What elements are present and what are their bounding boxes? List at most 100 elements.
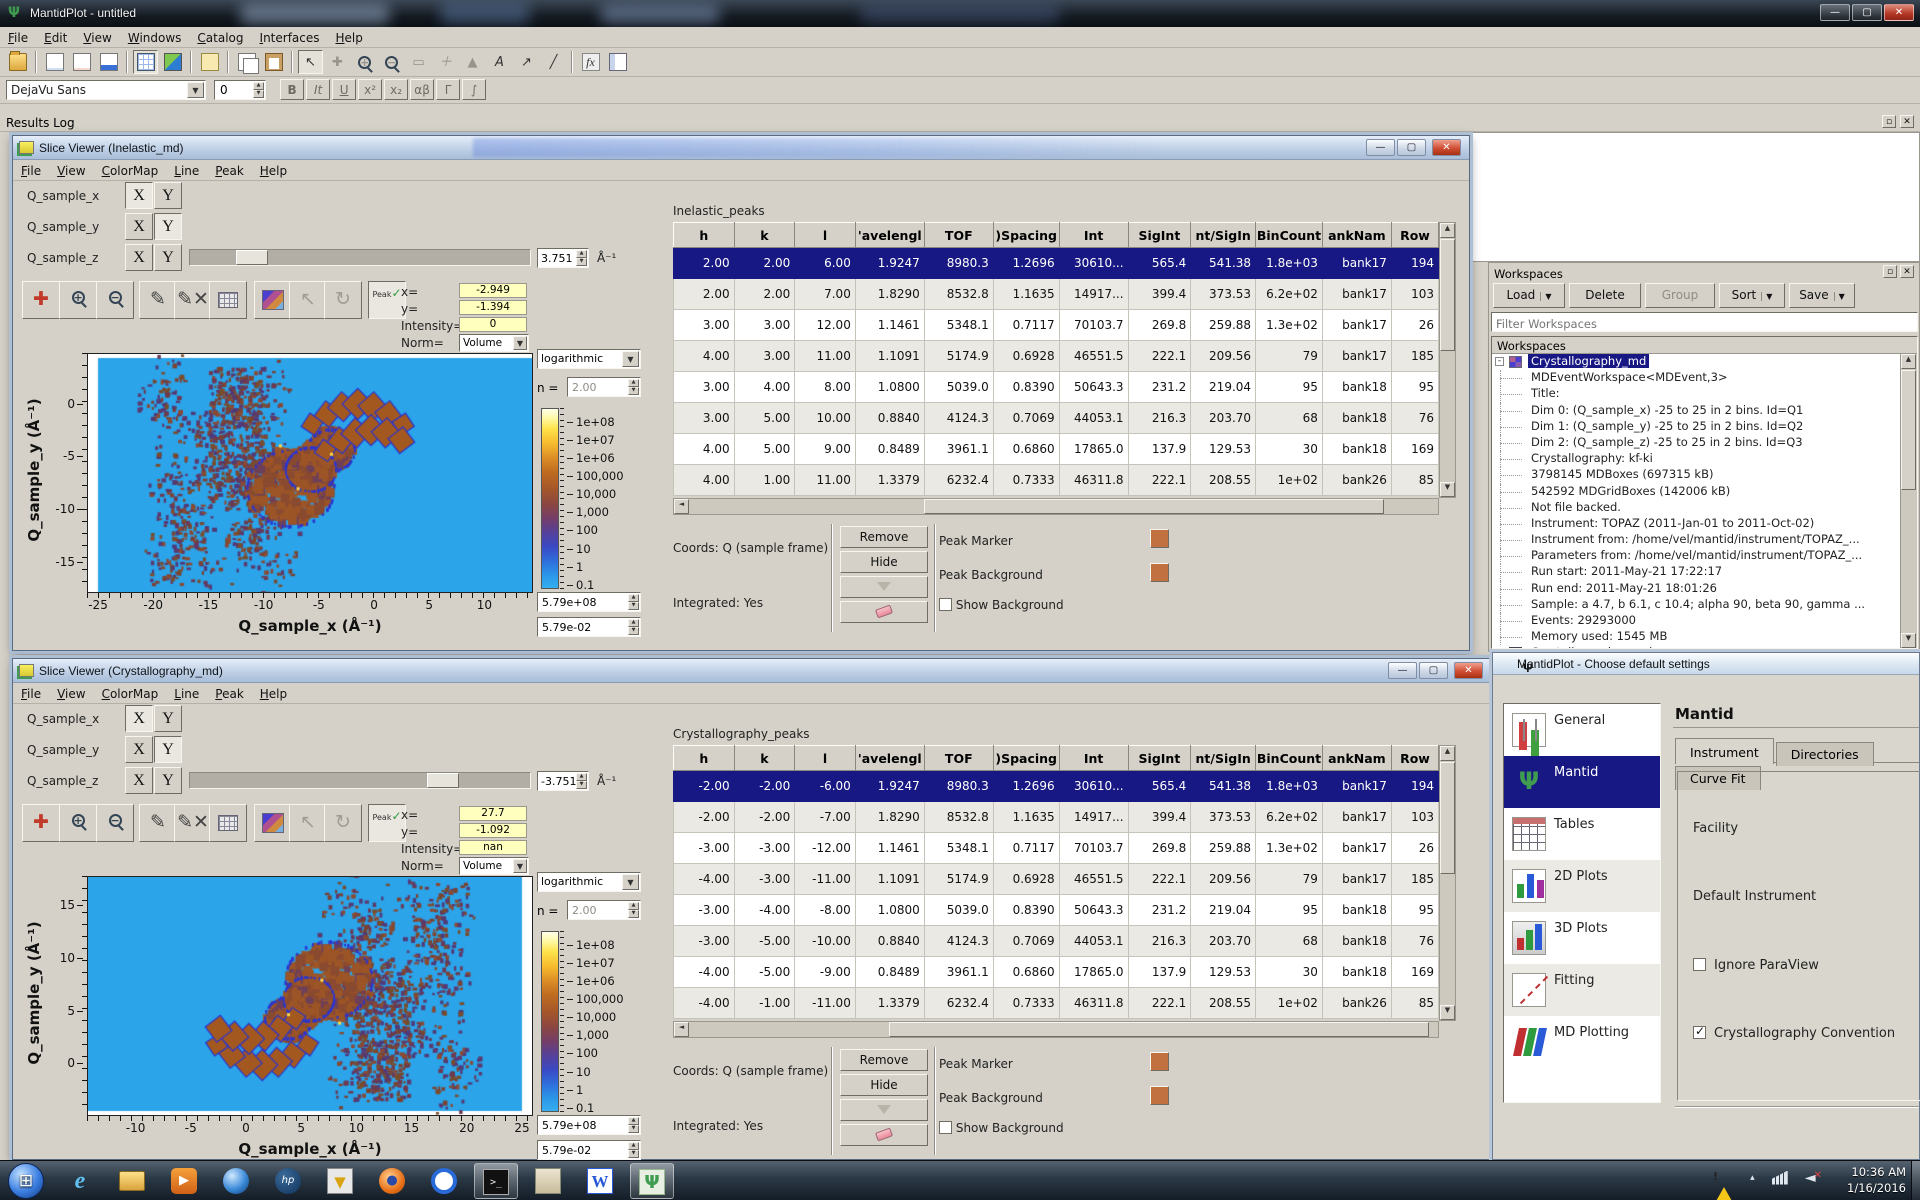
chevron-down-icon[interactable]: ▼ bbox=[622, 874, 639, 890]
column-header[interactable]: Row bbox=[1391, 223, 1438, 248]
viewer-titlebar[interactable]: Slice Viewer (Crystallography_md) — ▢ ✕ bbox=[13, 659, 1491, 683]
column-header[interactable]: ankNam bbox=[1322, 746, 1391, 771]
refresh-rotate-icon[interactable]: ↻ bbox=[324, 804, 362, 842]
column-header[interactable]: BinCount bbox=[1256, 746, 1323, 771]
float-panel-icon[interactable]: ▫ bbox=[1882, 115, 1896, 128]
network-icon[interactable] bbox=[1772, 1171, 1788, 1185]
y-axis-toggle[interactable]: Y bbox=[154, 736, 182, 763]
slice-point-spinner[interactable]: -3.751▲▼ bbox=[537, 771, 589, 791]
tree-item[interactable]: Events: 29293000 bbox=[1492, 613, 1900, 629]
tree-item[interactable]: -Crystallography_md bbox=[1492, 354, 1900, 370]
table-row[interactable]: 3.003.0012.001.14615348.10.711770103.726… bbox=[674, 310, 1439, 341]
column-header[interactable]: 'avelengl bbox=[855, 746, 924, 771]
tree-item[interactable]: Instrument: TOPAZ (2011-Jan-01 to 2011-O… bbox=[1492, 516, 1900, 532]
table-row[interactable]: -3.00-5.00-10.000.88404124.30.706944053.… bbox=[674, 926, 1439, 957]
column-header[interactable]: SigInt bbox=[1128, 746, 1191, 771]
tree-item[interactable]: 542592 MDGridBoxes (142006 kB) bbox=[1492, 484, 1900, 500]
tree-item[interactable]: Dim 2: (Q_sample_z) -25 to 25 in 2 bins.… bbox=[1492, 435, 1900, 451]
horizontal-scrollbar[interactable]: ◄ bbox=[673, 498, 1439, 515]
y-axis-toggle[interactable]: Y bbox=[154, 244, 182, 271]
new-matrix-icon[interactable] bbox=[69, 50, 94, 74]
float-panel-icon[interactable]: ▫ bbox=[1883, 265, 1897, 278]
hp-utility-icon[interactable]: hp bbox=[266, 1163, 310, 1199]
refresh-rotate-icon[interactable]: ↻ bbox=[324, 281, 362, 319]
copy-icon[interactable] bbox=[234, 50, 259, 74]
tree-item[interactable]: Sample: a 4.7, b 6.1, c 10.4; alpha 90, … bbox=[1492, 597, 1900, 613]
minimize-button[interactable]: — bbox=[1388, 662, 1417, 679]
grid-lines-icon[interactable] bbox=[209, 804, 247, 842]
column-header[interactable]: l bbox=[795, 746, 856, 771]
peak-background-color-swatch[interactable] bbox=[1150, 1086, 1169, 1105]
horizontal-scrollbar[interactable]: ◄ bbox=[673, 1021, 1439, 1038]
table-row[interactable]: -3.00-4.00-8.001.08005039.00.839050643.3… bbox=[674, 895, 1439, 926]
maximize-button[interactable]: ▢ bbox=[1397, 139, 1426, 156]
clear-peaks-button[interactable] bbox=[840, 1124, 928, 1146]
chevron-down-icon[interactable]: ▼ bbox=[1761, 292, 1772, 301]
column-header[interactable]: Int bbox=[1059, 746, 1128, 771]
format-button-1[interactable]: It bbox=[306, 79, 330, 100]
crystallography-convention-checkbox[interactable]: Crystallography Convention bbox=[1693, 1026, 1895, 1041]
results-log-bar[interactable]: Results Log ▫ ✕ bbox=[0, 112, 1920, 132]
format-button-0[interactable]: B bbox=[280, 79, 304, 100]
x-axis-toggle[interactable]: X bbox=[125, 182, 153, 209]
add-text-icon[interactable]: A bbox=[487, 50, 512, 74]
table-row[interactable]: 4.001.0011.001.33796232.40.733346311.822… bbox=[674, 465, 1439, 496]
messenger-orb-icon[interactable] bbox=[214, 1163, 258, 1199]
power-spinner[interactable]: 2.00 ▲▼ bbox=[567, 377, 641, 397]
menu-item-help[interactable]: Help bbox=[252, 161, 295, 181]
script-note-icon[interactable] bbox=[197, 50, 222, 74]
zoom-in-icon[interactable]: + bbox=[59, 804, 97, 842]
menu-item-edit[interactable]: Edit bbox=[36, 28, 75, 48]
close-button[interactable]: ✕ bbox=[1884, 4, 1914, 21]
close-panel-icon[interactable]: ✕ bbox=[1900, 115, 1914, 128]
menu-item-line[interactable]: Line bbox=[166, 161, 207, 181]
tree-item[interactable]: +Crystallography_peaks bbox=[1492, 645, 1900, 649]
column-header[interactable]: )Spacing bbox=[993, 746, 1059, 771]
tree-item[interactable]: Crystallography: kf-ki bbox=[1492, 451, 1900, 467]
line-clear-icon[interactable]: ✎✕ bbox=[174, 804, 212, 842]
slice-point-spinner[interactable]: 3.751▲▼ bbox=[537, 248, 589, 268]
zoom-to-peak-button[interactable] bbox=[840, 1099, 928, 1121]
show-background-checkbox[interactable]: Show Background bbox=[939, 598, 1064, 612]
column-header[interactable]: 'avelengl bbox=[855, 223, 924, 248]
column-header[interactable]: k bbox=[734, 223, 795, 248]
tree-item[interactable]: Not file backed. bbox=[1492, 500, 1900, 516]
column-header[interactable]: nt/SigIn bbox=[1191, 223, 1256, 248]
column-header[interactable]: nt/SigIn bbox=[1191, 746, 1256, 771]
tree-item[interactable]: Parameters from: /home/vel/mantid/instru… bbox=[1492, 548, 1900, 564]
chevron-down-icon[interactable]: ▼ bbox=[622, 351, 639, 367]
zoom-out-icon[interactable]: − bbox=[96, 804, 134, 842]
menu-item-colormap[interactable]: ColorMap bbox=[94, 161, 167, 181]
settings-category-fitting[interactable]: Fitting bbox=[1504, 964, 1660, 1016]
vertical-scrollbar[interactable]: ▲ ▼ bbox=[1439, 745, 1456, 1021]
colorbar-max-spinner[interactable]: 5.79e+08 ▲▼ bbox=[537, 592, 641, 612]
minimize-button[interactable]: — bbox=[1366, 139, 1395, 156]
line-clear-icon[interactable]: ✎✕ bbox=[174, 281, 212, 319]
sort-button[interactable]: Sort▼ bbox=[1719, 283, 1785, 308]
snap-arrow-icon[interactable]: ↖ bbox=[289, 804, 327, 842]
table-row[interactable]: -4.00-3.00-11.001.10915174.90.692846551.… bbox=[674, 864, 1439, 895]
peak-background-color-swatch[interactable] bbox=[1150, 563, 1169, 582]
close-panel-icon[interactable]: ✕ bbox=[1900, 265, 1914, 278]
file-explorer-icon[interactable] bbox=[110, 1163, 154, 1199]
settings-category-md-plotting[interactable]: MD Plotting bbox=[1504, 1016, 1660, 1068]
spinner-arrows[interactable]: ▲▼ bbox=[628, 1117, 639, 1133]
zoom-out-icon[interactable]: − bbox=[96, 281, 134, 319]
tree-item[interactable]: MDEventWorkspace<MDEvent,3> bbox=[1492, 370, 1900, 386]
y-axis-toggle[interactable]: Y bbox=[154, 767, 182, 794]
font-size-spinner[interactable]: 0 ▲▼ bbox=[214, 80, 266, 100]
tree-item[interactable]: Instrument from: /home/vel/mantid/instru… bbox=[1492, 532, 1900, 548]
save-button[interactable]: Save▼ bbox=[1789, 283, 1855, 308]
table-row[interactable]: -2.00-2.00-7.001.82908532.81.163514917..… bbox=[674, 802, 1439, 833]
column-header[interactable]: )Spacing bbox=[993, 223, 1059, 248]
peak-marker-color-swatch[interactable] bbox=[1150, 529, 1169, 548]
graph-view-icon[interactable] bbox=[160, 50, 185, 74]
table-row[interactable]: 2.002.007.001.82908532.81.163514917...39… bbox=[674, 279, 1439, 310]
line-overlay-icon[interactable]: ✎ bbox=[139, 804, 177, 842]
column-header[interactable]: TOF bbox=[924, 746, 993, 771]
x-axis-toggle[interactable]: X bbox=[125, 244, 153, 271]
close-button[interactable]: ✕ bbox=[1454, 662, 1483, 679]
heatmap-canvas[interactable] bbox=[87, 353, 533, 593]
colormap-overlay-icon[interactable] bbox=[254, 281, 292, 319]
colormap-overlay-icon[interactable] bbox=[254, 804, 292, 842]
